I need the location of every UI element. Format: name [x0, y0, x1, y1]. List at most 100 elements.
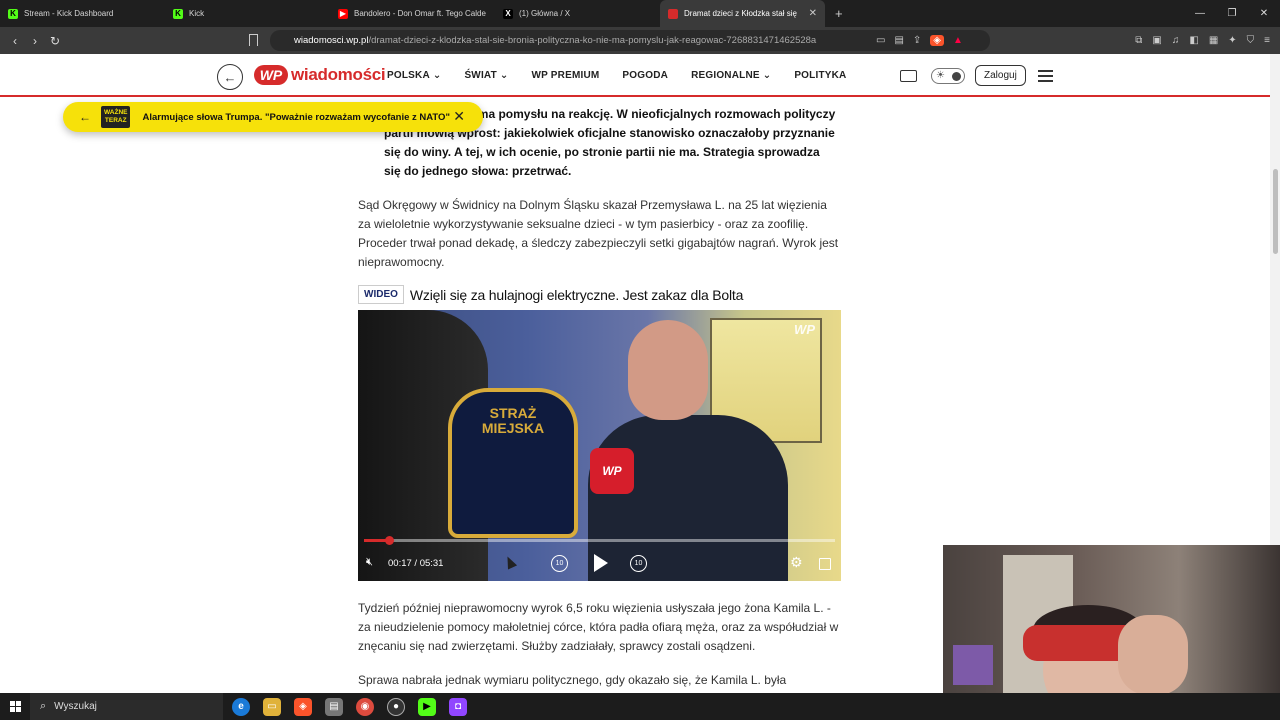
reload-icon[interactable]: ↻ — [45, 34, 65, 48]
video-scene-patch: STRAŻ MIEJSKA — [448, 388, 578, 538]
theme-toggle[interactable]: ☀ — [931, 67, 965, 84]
new-tab-button[interactable]: + — [835, 6, 843, 21]
youtube-icon: ▶ — [338, 8, 348, 19]
app-icon[interactable]: ▤ — [325, 697, 343, 716]
tab-label: Kick — [189, 9, 205, 18]
x-icon: X — [503, 8, 513, 19]
login-button[interactable]: Zaloguj — [975, 65, 1026, 86]
breaking-news-toast[interactable]: ← WAŻNE TERAZ Alarmujące słowa Trumpa. "P… — [63, 102, 483, 132]
kick-icon: K — [8, 8, 18, 19]
url-path: /dramat-dzieci-z-klodzka-stal-sie-bronia… — [368, 35, 817, 46]
kick-app-icon[interactable]: ▶ — [418, 697, 436, 716]
screenshot-icon[interactable]: ▣ — [1152, 35, 1161, 46]
video-title[interactable]: Wzięli się za hulajnogi elektryczne. Jes… — [410, 287, 744, 303]
mute-icon[interactable]: 🔇︎ — [366, 556, 373, 569]
menu-item-polityka[interactable]: POLITYKA — [794, 70, 846, 81]
toast-arrow-icon[interactable]: ← — [79, 110, 91, 124]
mail-icon[interactable] — [900, 69, 917, 82]
menu-item-polska[interactable]: POLSKA ⌄ — [387, 70, 441, 81]
forward-icon[interactable]: › — [25, 34, 45, 48]
address-bar-row: ‹ › ↻ wiadomosci.wp.pl/dramat-dzieci-z-k… — [0, 27, 1280, 54]
vpn-icon[interactable]: ⛉ — [1247, 35, 1255, 46]
tab-youtube[interactable]: ▶ Bandolero - Don Omar ft. Tego Calde — [330, 0, 495, 27]
toast-close-icon[interactable]: ✕ — [453, 108, 465, 125]
video-time: 00:17 / 05:31 — [388, 558, 444, 569]
windows-taskbar: ⌕ Wyszukaj e ▭ ◈ ▤ ◉ ● ▶ ◘ — [0, 693, 1280, 720]
share-icon[interactable]: ⇪ — [913, 35, 921, 46]
forward-10-icon[interactable]: 10 — [630, 555, 647, 572]
close-tab-icon[interactable]: ✕ — [809, 8, 817, 19]
windows-start-icon[interactable] — [0, 701, 30, 712]
wallet-icon[interactable]: ▦ — [1209, 35, 1218, 46]
minimize-icon[interactable]: — — [1184, 0, 1216, 27]
video-progress-bar[interactable] — [364, 536, 835, 545]
site-logo[interactable]: WP wiadomości — [254, 65, 386, 85]
cast-icon[interactable]: ▭ — [876, 35, 885, 46]
header-actions: ☀ Zaloguj — [900, 54, 1053, 97]
restore-icon[interactable]: ❐ — [1216, 0, 1248, 27]
search-icon: ⌕ — [40, 700, 47, 712]
kick-icon: K — [173, 8, 183, 19]
settings-gear-icon[interactable]: ⚙ — [790, 554, 803, 571]
music-icon[interactable]: ♫ — [1172, 35, 1180, 46]
menu-item-wp-premium[interactable]: WP PREMIUM — [531, 70, 599, 81]
tab-kick-dashboard[interactable]: K Stream - Kick Dashboard — [0, 0, 165, 27]
address-actions: ▭ ▤ ⇪ ◈ ▲ — [876, 27, 963, 54]
fullscreen-icon[interactable] — [819, 558, 831, 570]
toast-message[interactable]: Alarmujące słowa Trumpa. "Poważnie rozwa… — [142, 112, 449, 123]
tab-wp-article[interactable]: Dramat dzieci z Kłodzka stał się ✕ — [660, 0, 825, 27]
tab-label: Dramat dzieci z Kłodzka stał się — [684, 9, 797, 18]
menu-item-swiat[interactable]: ŚWIAT ⌄ — [464, 70, 508, 81]
tab-kick[interactable]: K Kick — [165, 0, 330, 27]
menu-item-regionalne[interactable]: REGIONALNE ⌄ — [691, 70, 771, 81]
leo-icon[interactable]: ✦ — [1228, 35, 1236, 46]
wp-icon — [668, 8, 678, 19]
url-domain: wiadomosci.wp.pl — [294, 35, 369, 46]
tab-label: Stream - Kick Dashboard — [24, 9, 114, 18]
brave-icon[interactable]: ◈ — [294, 697, 312, 716]
close-window-icon[interactable]: ✕ — [1248, 0, 1280, 27]
streaming-app-icon[interactable]: ◘ — [449, 697, 467, 716]
chrome-icon[interactable]: ◉ — [356, 697, 374, 716]
scrollbar-thumb[interactable] — [1273, 169, 1278, 254]
menu-icon[interactable]: ≡ — [1264, 35, 1270, 46]
tab-label: (1) Główna / X — [519, 9, 571, 18]
brave-shield-icon[interactable]: ◈ — [930, 35, 944, 46]
rewind-10-icon[interactable]: 10 — [551, 555, 568, 572]
logo-text: wiadomości — [291, 65, 386, 84]
extensions-icon[interactable]: ⧉ — [1135, 35, 1142, 46]
window-controls: — ❐ ✕ — [1184, 0, 1280, 27]
menu-item-pogoda[interactable]: POGODA — [622, 70, 668, 81]
browser-tab-bar: K Stream - Kick Dashboard K Kick ▶ Bando… — [0, 0, 1280, 27]
tab-label: Bandolero - Don Omar ft. Tego Calde — [354, 9, 486, 18]
sidebar-icon[interactable]: ◧ — [1189, 35, 1198, 46]
taskbar-search[interactable]: ⌕ Wyszukaj — [30, 693, 223, 720]
tab-x[interactable]: X (1) Główna / X — [495, 0, 660, 27]
microphone-logo: WP — [590, 448, 634, 494]
important-badge: WAŻNE TERAZ — [101, 106, 131, 128]
video-player[interactable]: STRAŻ MIEJSKA WP WP 🔇︎ 00:17 / 05:31 10 1… — [358, 310, 841, 581]
video-progress-knob[interactable] — [384, 536, 394, 545]
play-icon[interactable] — [594, 554, 608, 572]
wp-logo-mark: WP — [254, 65, 288, 85]
obs-icon[interactable]: ● — [387, 697, 405, 716]
rewards-icon[interactable]: ▲ — [953, 35, 963, 46]
file-explorer-icon[interactable]: ▭ — [263, 697, 281, 716]
toggle-knob — [952, 71, 961, 81]
back-icon[interactable]: ‹ — [5, 34, 25, 48]
edge-icon[interactable]: e — [232, 697, 250, 716]
extension-icons: ⧉ ▣ ♫ ◧ ▦ ✦ ⛉ ≡ — [1135, 27, 1270, 54]
wp-watermark: WP — [794, 322, 815, 337]
search-placeholder: Wyszukaj — [54, 701, 97, 712]
reader-icon[interactable]: ▤ — [894, 35, 903, 46]
video-heading: WIDEO Wzięli się za hulajnogi elektryczn… — [358, 285, 743, 304]
article-paragraph: Tydzień później nieprawomocny wyrok 6,5 … — [358, 601, 839, 653]
video-controls: 🔇︎ 00:17 / 05:31 10 10 ⚙ — [358, 550, 841, 578]
bookmark-icon[interactable] — [249, 34, 258, 46]
back-arrow-icon[interactable]: ← — [217, 64, 243, 90]
hamburger-menu-icon[interactable] — [1037, 69, 1053, 82]
main-menu: POLSKA ⌄ ŚWIAT ⌄ WP PREMIUM POGODA REGIO… — [387, 54, 869, 97]
video-badge: WIDEO — [358, 285, 404, 304]
article-paragraph: Sprawa nabrała jednak wymiaru polityczne… — [358, 673, 787, 693]
sun-icon: ☀ — [936, 69, 945, 81]
